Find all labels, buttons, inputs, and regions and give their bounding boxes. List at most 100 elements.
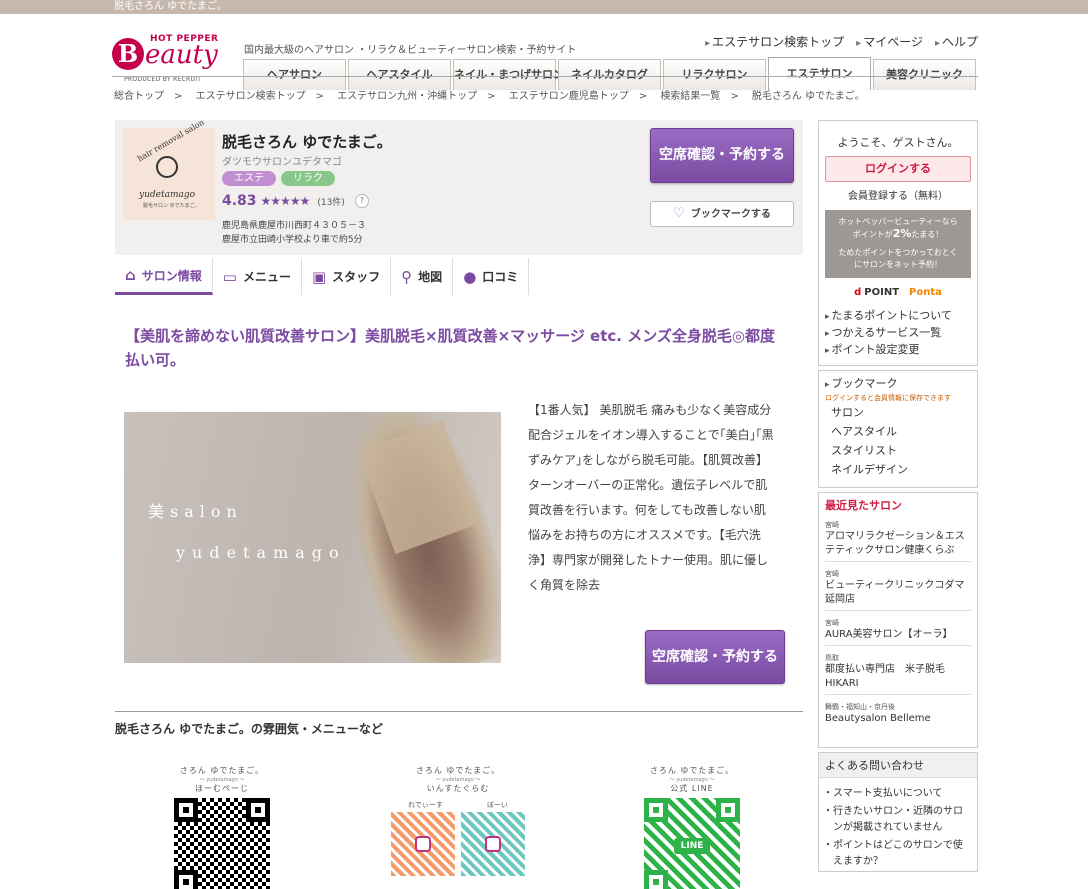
subtab-reviews[interactable]: ● 口コミ <box>453 258 530 295</box>
link-este-search-top[interactable]: エステサロン検索トップ <box>705 33 844 50</box>
qr-finder <box>246 798 270 822</box>
qr-finder <box>644 798 668 822</box>
welcome-text: ようこそ、ゲストさん。 <box>837 136 959 149</box>
top-bar-text: 脱毛さろん ゆでたまご。 <box>114 1 227 12</box>
line-badge-icon: LINE <box>674 838 710 854</box>
tab-relax-salon[interactable]: リラクサロン <box>663 59 766 90</box>
ponta-logo: Ponta <box>909 287 942 298</box>
tab-este-salon[interactable]: エステサロン <box>768 57 871 90</box>
qr-caption-sub: ～ yudetamago ～ <box>435 777 481 783</box>
breadcrumb: 総合トップ > エステサロン検索トップ > エステサロン九州・沖縄トップ > エステサ… <box>114 91 865 102</box>
point-promo-banner[interactable]: ホットペッパービューティーなら ポイントが2%たまる！ ためたポイントをつかって… <box>825 210 971 278</box>
tab-hair-style[interactable]: ヘアスタイル <box>348 59 451 90</box>
breadcrumb-item[interactable]: 総合トップ <box>114 91 164 102</box>
recent-salon-item[interactable]: 宮崎 ビューティークリニックコダマ延岡店 <box>825 569 971 611</box>
subtab-map[interactable]: ⚲ 地図 <box>391 258 454 295</box>
reserve-button-top[interactable]: 空席確認・予約する <box>650 128 794 183</box>
book-icon: ▭ <box>222 267 237 286</box>
bookmark-item[interactable]: ヘアスタイル <box>825 422 971 441</box>
subtab-staff[interactable]: ▣ スタッフ <box>302 258 392 295</box>
subtab-label: スタッフ <box>332 270 381 284</box>
breadcrumb-item[interactable]: エステサロン九州・沖縄トップ <box>337 91 477 102</box>
breadcrumb-item[interactable]: エステサロン鹿児島トップ <box>509 91 629 102</box>
section-divider <box>115 711 803 712</box>
recent-salon-item[interactable]: 鳥取 都度払い専門店 米子脱毛HIKARI <box>825 653 971 695</box>
point-link[interactable]: つかえるサービス一覧 <box>825 325 971 342</box>
bookmark-heading[interactable]: ブックマーク <box>825 375 971 391</box>
sidebar-bookmark-box: ブックマーク ログインすると会員情報に保存できます サロン ヘアスタイル スタイ… <box>818 370 978 488</box>
site-logo[interactable]: HOT PEPPER B eauty PRODUCED BY RECRUIT <box>112 34 222 86</box>
qr-card-homepage[interactable]: さろん ゆでたまご。 ～ yudetamago ～ ほーむぺーじ <box>172 765 272 889</box>
point-link[interactable]: ポイント設定変更 <box>825 342 971 359</box>
salon-name: 脱毛さろん ゆでたまご。 <box>222 133 392 151</box>
recent-salon-item[interactable]: 宮崎 アロマリラクゼーション＆エステティックサロン健康くらぶ <box>825 520 971 562</box>
tab-beauty-clinic[interactable]: 美容クリニック <box>873 59 976 90</box>
salon-logo-text-sub: 脱毛サロン ゆでたまご。 <box>143 203 200 209</box>
qr-code-instagram-ladies <box>391 812 455 876</box>
rating-stars-icon: ★★★★★ <box>260 194 311 208</box>
login-button[interactable]: ログインする <box>825 156 971 182</box>
breadcrumb-item[interactable]: エステサロン検索トップ <box>196 91 306 102</box>
recent-name: アロマリラクゼーション＆エステティックサロン健康くらぶ <box>825 531 965 556</box>
atmosphere-section-title: 脱毛さろん ゆでたまご。の雰囲気・メニューなど <box>115 722 383 736</box>
faq-item[interactable]: 行きたいサロン・近隣のサロンが掲載されていません <box>819 802 977 836</box>
recent-pref: 宮崎 <box>825 570 839 578</box>
point-link[interactable]: たまるポイントについて <box>825 308 971 325</box>
qr-finder <box>174 870 198 889</box>
dpoint-logo: POINT <box>854 287 899 298</box>
promo-line: にサロンをネット予約！ <box>854 260 942 269</box>
qr-caption-salon: さろん ゆでたまご。 <box>415 766 501 775</box>
bookmark-item[interactable]: サロン <box>825 403 971 422</box>
link-mypage[interactable]: マイページ <box>856 33 923 50</box>
tab-hair-salon[interactable]: ヘアサロン <box>243 59 346 90</box>
map-pin-icon: ⚲ <box>401 267 413 286</box>
salon-logo-image: hair removal salon yudetamago 脱毛サロン ゆでたま… <box>123 118 215 220</box>
bookmark-note: ログインすると会員情報に保存できます <box>825 394 951 402</box>
review-count-link[interactable]: (13件) <box>317 195 344 208</box>
help-question-icon[interactable]: ? <box>354 194 369 208</box>
faq-heading: よくある問い合わせ <box>819 753 977 778</box>
register-link[interactable]: 会員登録する（無料） <box>825 187 971 202</box>
main-nav-tabs: ヘアサロン ヘアスタイル ネイル・まつげサロン ネイルカタログ リラクサロン エ… <box>243 57 976 90</box>
sidebar-recent-box: 最近見たサロン 宮崎 アロマリラクゼーション＆エステティックサロン健康くらぶ 宮… <box>818 492 978 748</box>
recent-salon-item[interactable]: 宮崎 AURA美容サロン【オーラ】 <box>825 618 971 646</box>
bookmark-item[interactable]: ネイルデザイン <box>825 460 971 479</box>
home-icon: ⌂ <box>125 266 136 284</box>
recent-name: AURA美容サロン【オーラ】 <box>825 629 953 640</box>
instagram-icon <box>415 836 431 852</box>
recent-name: ビューティークリニックコダマ延岡店 <box>825 580 965 605</box>
egg-icon <box>156 156 178 178</box>
faq-item[interactable]: スマート支払いについて <box>819 784 977 802</box>
instagram-account-labels: れでぃーす ぼーい <box>386 800 530 810</box>
salon-subtabs: ⌂ サロン情報 ▭ メニュー ▣ スタッフ ⚲ 地図 ● 口コミ <box>115 258 530 295</box>
bookmark-item[interactable]: スタイリスト <box>825 441 971 460</box>
subtab-label: 口コミ <box>482 270 519 284</box>
subtab-label: サロン情報 <box>141 268 202 283</box>
link-help[interactable]: ヘルプ <box>935 33 978 50</box>
salon-photo: 美salon yudetamago <box>124 412 501 663</box>
subtab-salon-info[interactable]: ⌂ サロン情報 <box>115 258 213 295</box>
staff-card-icon: ▣ <box>311 267 327 286</box>
tab-nail-catalog[interactable]: ネイルカタログ <box>558 59 661 90</box>
genre-chip-relax: リラク <box>281 171 335 186</box>
faq-item[interactable]: ポイントはどこのサロンで使えますか？ <box>819 836 977 870</box>
qr-caption-type: ほーむぺーじ <box>195 784 249 793</box>
recent-salon-item[interactable]: 舞鶴・福知山・京丹後 Beautysalon Belleme <box>825 702 971 729</box>
account-label-ladies: れでぃーす <box>408 801 443 809</box>
recent-heading: 最近見たサロン <box>825 499 902 512</box>
breadcrumb-item[interactable]: 検索結果一覧 <box>660 91 720 102</box>
catch-copy: 【美肌を諦めない肌質改善サロン】美肌脱毛×肌質改善×マッサージ etc. メンズ… <box>125 327 776 369</box>
subtab-menu[interactable]: ▭ メニュー <box>213 258 302 295</box>
recent-pref: 舞鶴・福知山・京丹後 <box>825 703 895 711</box>
reserve-button-mid[interactable]: 空席確認・予約する <box>645 630 785 684</box>
rating-score: 4.83 <box>222 193 257 209</box>
recent-pref: 宮崎 <box>825 521 839 529</box>
salon-logo-text-main: yudetamago <box>139 190 196 200</box>
header-links: エステサロン検索トップ マイページ ヘルプ <box>705 33 978 50</box>
point-logos: POINT Ponta <box>825 287 971 298</box>
qr-finder <box>644 870 668 889</box>
tab-nail-eyelash[interactable]: ネイル・まつげサロン <box>453 59 564 90</box>
bookmark-button[interactable]: ♡ ブックマークする <box>650 201 794 227</box>
qr-card-instagram[interactable]: さろん ゆでたまご。 ～ yudetamago ～ いんすたぐらむ れでぃーす … <box>386 765 530 879</box>
qr-card-line[interactable]: さろん ゆでたまご。 ～ yudetamago ～ 公式 LINE LINE <box>642 765 742 889</box>
